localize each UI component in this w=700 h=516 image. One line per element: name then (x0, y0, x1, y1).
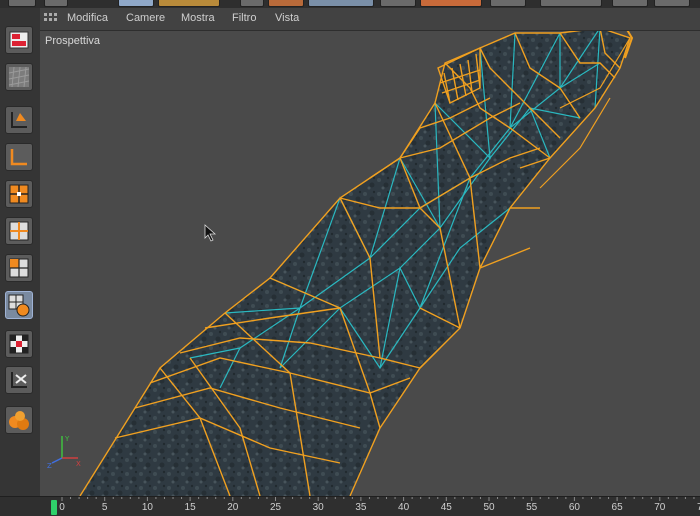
toolbar-button[interactable] (540, 0, 602, 7)
polygons-mode-icon[interactable] (5, 254, 33, 282)
svg-text:X: X (76, 460, 81, 468)
viewport-menubar: Modifica Camere Mostra Filtro Vista (40, 8, 700, 31)
timeline-tick-label: 60 (568, 502, 580, 513)
move-axis-icon[interactable] (5, 106, 33, 134)
edges-mode-icon[interactable] (5, 217, 33, 245)
toolbar-button[interactable] (380, 0, 416, 7)
uv-polygons-mode-icon[interactable] (5, 291, 33, 319)
timeline[interactable]: 051015202530354045505560657075 (0, 496, 700, 516)
menu-camere[interactable]: Camere (126, 12, 165, 24)
timeline-tick-label: 0 (59, 502, 65, 513)
toolbar-button[interactable] (118, 0, 154, 7)
timeline-tick-label: 25 (269, 502, 282, 513)
menu-vista[interactable]: Vista (275, 12, 299, 24)
viewport[interactable]: Modifica Camere Mostra Filtro Vista Pros… (40, 8, 700, 496)
toolbar-button[interactable] (44, 0, 68, 7)
mouse-cursor-icon (204, 224, 217, 242)
timeline-tick-label: 20 (227, 502, 239, 513)
svg-text:Z: Z (47, 462, 52, 470)
view-options-icon[interactable] (44, 13, 58, 25)
toolbar-button[interactable] (612, 0, 648, 7)
menu-mostra[interactable]: Mostra (181, 12, 215, 24)
main-toolbar (0, 0, 700, 8)
timeline-tick-label: 35 (355, 502, 367, 513)
timeline-tick-label: 45 (440, 502, 452, 513)
menu-filtro[interactable]: Filtro (232, 12, 256, 24)
toolbar-button[interactable] (268, 0, 304, 7)
viewport-layout-icon[interactable] (5, 26, 33, 54)
checker-icon[interactable] (5, 330, 33, 358)
toolbar-button[interactable] (654, 0, 690, 7)
toolbar-button[interactable] (490, 0, 526, 7)
menu-modifica[interactable]: Modifica (67, 12, 108, 24)
toolbar-button[interactable] (420, 0, 482, 7)
timeline-tick-label: 50 (483, 502, 495, 513)
timeline-tick-label: 5 (101, 502, 108, 513)
toolbar-button[interactable] (308, 0, 374, 7)
timeline-tick-label: 55 (526, 502, 538, 513)
timeline-tick-label: 40 (398, 502, 410, 513)
toolbar-button[interactable] (240, 0, 264, 7)
playhead-marker[interactable] (51, 500, 57, 515)
timeline-tick-label: 70 (654, 502, 666, 513)
timeline-tick-label: 30 (312, 502, 324, 513)
mesh-wireframe[interactable] (40, 8, 700, 496)
toolbar-button[interactable] (158, 0, 220, 7)
tool-palette (0, 8, 41, 496)
axis-mode-icon[interactable] (5, 143, 33, 171)
timeline-tick-label: 65 (611, 502, 623, 513)
timeline-tick-label: 10 (141, 502, 153, 513)
timeline-tick-label: 15 (184, 502, 196, 513)
view-name-label: Prospettiva (45, 35, 101, 47)
texture-mode-icon[interactable] (5, 63, 33, 91)
snap-icon[interactable] (5, 366, 33, 394)
sculpt-icon[interactable] (5, 406, 33, 434)
points-mode-icon[interactable] (5, 180, 33, 208)
svg-text:Y: Y (64, 435, 70, 443)
toolbar-button[interactable] (8, 0, 36, 7)
axis-gizmo-icon: Y X Z (47, 435, 81, 470)
